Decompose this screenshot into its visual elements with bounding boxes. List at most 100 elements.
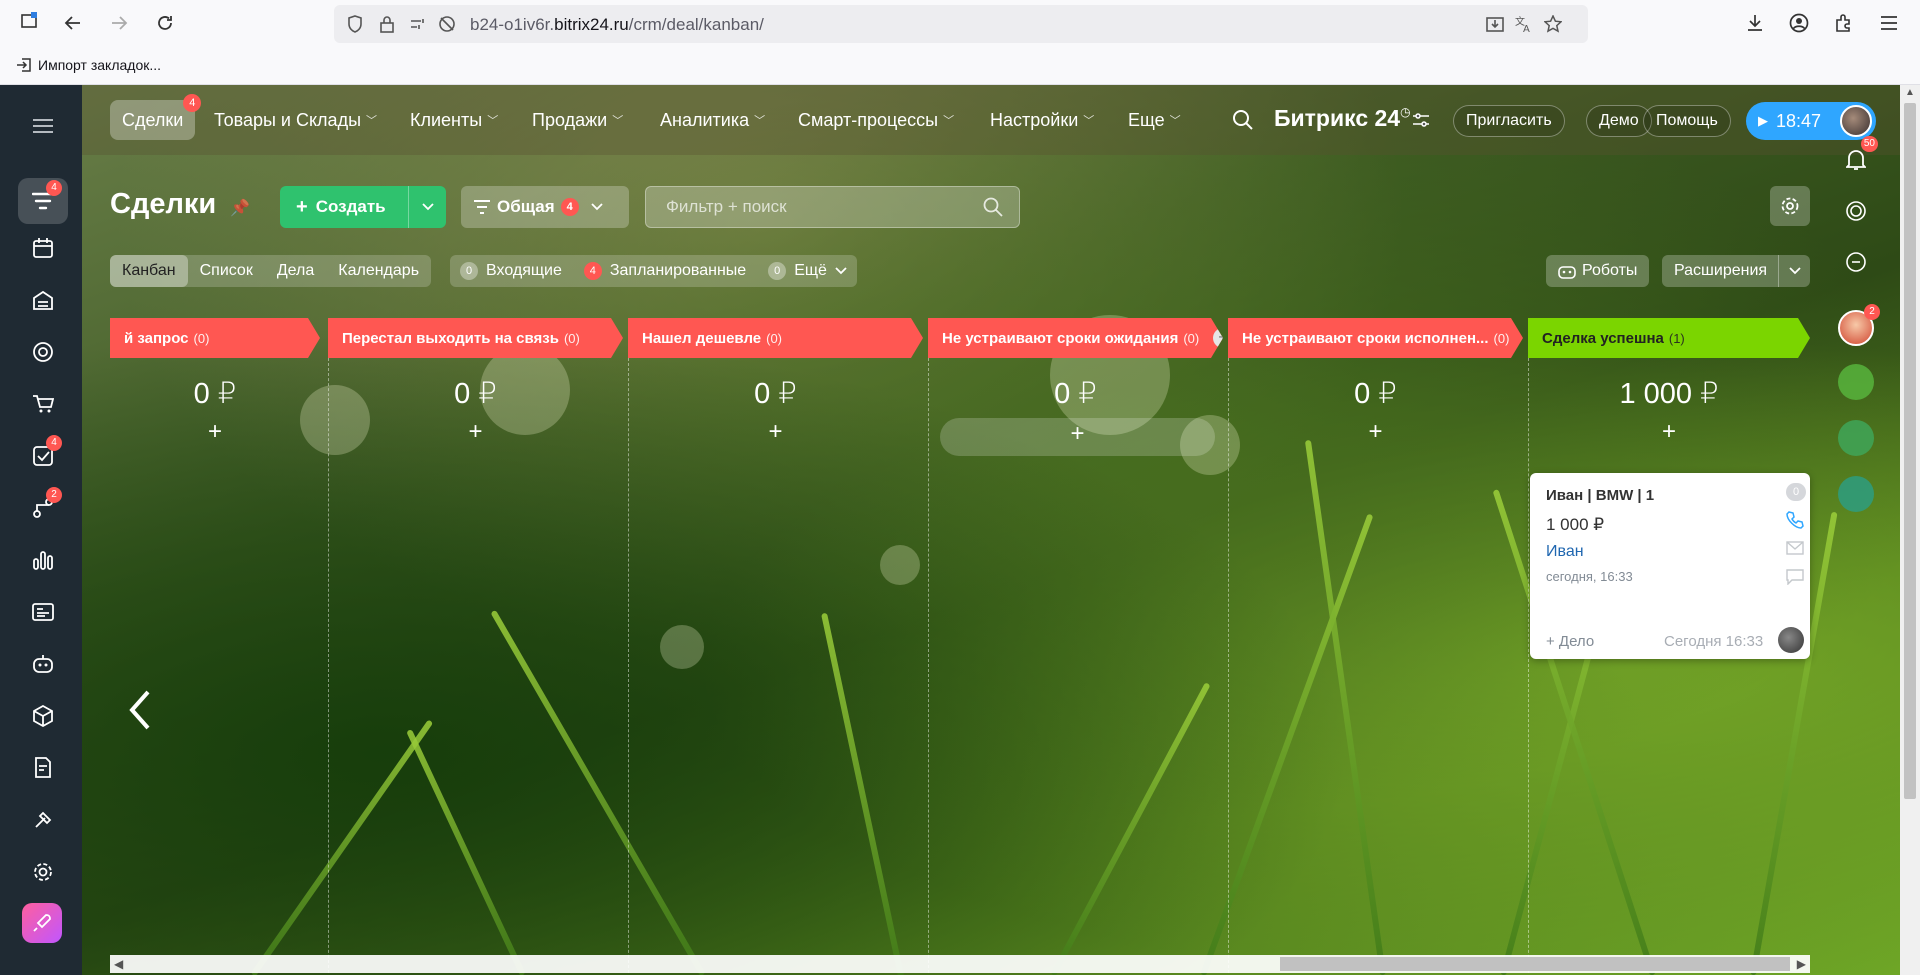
stage-header[interactable]: Не устраивают сроки ожидания (0) + (928, 318, 1223, 358)
rail-tools[interactable] (18, 797, 68, 843)
lock-icon[interactable] (376, 13, 398, 35)
add-deal-button[interactable]: + (1228, 418, 1523, 446)
add-deal-button[interactable]: + (628, 418, 923, 446)
deal-card[interactable]: Иван | BMW | 1 0 1 000 ₽ Иван сегодня, 1… (1530, 473, 1810, 659)
nav-clients[interactable]: Клиенты ﹀ (398, 100, 510, 140)
rail-target[interactable] (18, 329, 68, 375)
phone-icon[interactable] (1786, 511, 1804, 534)
pipeline-selector[interactable]: Общая 4 (461, 186, 629, 228)
address-bar[interactable]: b24-o1iv6r.bitrix24.ru/crm/deal/kanban/ … (334, 5, 1588, 43)
nav-sales[interactable]: Продажи ﹀ (520, 100, 635, 140)
search-icon[interactable] (983, 197, 1003, 217)
counter-planned[interactable]: Запланированные (610, 262, 746, 280)
rail-store[interactable] (18, 277, 68, 323)
extensions-dropdown[interactable] (1778, 255, 1810, 287)
feedback-button[interactable] (1836, 474, 1876, 514)
tab-list[interactable]: Список (188, 255, 265, 287)
rail-copilot[interactable] (18, 641, 68, 687)
demo-button[interactable]: Демо (1586, 105, 1652, 137)
tab-activities[interactable]: Дела (265, 255, 326, 287)
scroll-left-arrow-icon[interactable]: ◀ (114, 957, 123, 971)
deal-client-link[interactable]: Иван (1546, 543, 1584, 561)
account-icon[interactable] (1788, 12, 1810, 34)
stage-header[interactable]: Нашел дешевле (0) (628, 318, 923, 358)
save-page-icon[interactable] (1484, 13, 1506, 35)
counter-incoming[interactable]: Входящие (486, 262, 562, 280)
deal-title[interactable]: Иван | BMW | 1 (1546, 487, 1654, 504)
create-dropdown-button[interactable] (408, 186, 446, 228)
mail-icon[interactable] (1786, 541, 1804, 560)
scroll-up-arrow-icon[interactable]: ▲ (1905, 87, 1915, 98)
scroll-right-arrow-icon[interactable]: ▶ (1797, 957, 1806, 971)
counter-more[interactable]: Ещё (794, 262, 827, 280)
chat-group-button[interactable] (1836, 418, 1876, 458)
kanban-settings-button[interactable] (1770, 186, 1810, 226)
rail-launch[interactable] (22, 903, 62, 943)
rail-analytics[interactable] (18, 537, 68, 583)
rail-calendar[interactable] (18, 225, 68, 271)
filter-search-input[interactable]: Фильтр + поиск (645, 186, 1020, 228)
nav-analytics[interactable]: Аналитика ﹀ (648, 100, 777, 140)
comment-icon[interactable] (1786, 569, 1804, 590)
nav-more[interactable]: Еще ﹀ (1116, 100, 1193, 140)
search-icon[interactable] (1232, 109, 1254, 136)
rail-catalog[interactable] (18, 693, 68, 739)
workday-button[interactable]: ▶ 18:47 (1746, 102, 1876, 140)
stage-header[interactable]: Не устраивают сроки исполнен... (0) (1228, 318, 1523, 358)
rail-flows[interactable]: 2 (18, 485, 68, 531)
invite-button[interactable]: Пригласить (1453, 105, 1565, 137)
rail-settings[interactable] (18, 849, 68, 895)
hamburger-menu-button[interactable] (18, 103, 68, 149)
robots-button[interactable]: Роботы (1546, 255, 1650, 287)
add-deal-button[interactable]: + (1528, 418, 1810, 446)
add-deal-button[interactable]: + (110, 418, 320, 446)
add-deal-button[interactable]: + (328, 418, 623, 446)
horizontal-scroll-thumb[interactable] (1280, 957, 1790, 971)
add-deal-button[interactable]: + (940, 418, 1215, 456)
back-icon[interactable] (62, 12, 84, 34)
bookmark-import[interactable]: Импорт закладок... (16, 57, 161, 73)
open-lines-button[interactable] (1836, 362, 1876, 402)
bookmark-star-icon[interactable] (1542, 13, 1564, 35)
help-button[interactable]: Помощь (1643, 105, 1731, 137)
scroll-left-button[interactable] (108, 655, 172, 765)
chat-avatar[interactable]: 2 (1836, 304, 1880, 348)
menu-icon[interactable] (1878, 12, 1900, 34)
reload-icon[interactable] (154, 12, 176, 34)
nav-deals[interactable]: Сделки 4 (110, 94, 202, 140)
extensions-button[interactable]: Расширения (1662, 255, 1810, 287)
vertical-scroll-thumb[interactable] (1904, 103, 1916, 799)
forward-icon[interactable] (108, 12, 130, 34)
create-button[interactable]: + Создать (280, 186, 446, 228)
extensions-icon[interactable] (1832, 12, 1854, 34)
tracking-off-icon[interactable] (436, 13, 458, 35)
downloads-icon[interactable] (1744, 12, 1766, 34)
horizontal-scrollbar[interactable]: ◀ ▶ (110, 955, 1810, 973)
nav-products[interactable]: Товары и Склады ﹀ (202, 100, 389, 140)
translate-icon[interactable]: 文A (1512, 13, 1534, 35)
add-activity-button[interactable]: + Дело (1546, 633, 1594, 650)
rail-deals[interactable]: 4 (18, 178, 68, 224)
nav-smart-processes[interactable]: Смарт-процессы ﹀ (786, 100, 966, 140)
nav-settings[interactable]: Настройки ﹀ (978, 100, 1106, 140)
shield-icon[interactable] (344, 13, 366, 35)
permissions-icon[interactable] (408, 13, 430, 35)
pin-icon[interactable]: 📌 (230, 200, 250, 217)
rail-contacts[interactable] (18, 589, 68, 635)
tab-overview-icon[interactable] (18, 10, 40, 32)
tab-calendar[interactable]: Календарь (326, 255, 431, 287)
sliders-icon[interactable] (1412, 113, 1430, 132)
notifications-button[interactable]: 50 (1836, 136, 1878, 180)
rail-documents[interactable] (18, 745, 68, 791)
stage-header[interactable]: й запрос (0) (110, 318, 320, 358)
rail-shop[interactable] (18, 381, 68, 427)
stage-header[interactable]: Перестал выходить на связь (0) (328, 318, 623, 358)
stage-header[interactable]: Сделка успешна (1) (1528, 318, 1810, 358)
activity-button[interactable] (1836, 191, 1876, 231)
vertical-scrollbar[interactable]: ▲ (1900, 85, 1920, 975)
bitrix-logo[interactable]: Битрикс 24◷ (1274, 105, 1411, 132)
messages-button[interactable] (1836, 242, 1876, 282)
responsible-avatar[interactable] (1778, 627, 1804, 653)
url-text[interactable]: b24-o1iv6r.bitrix24.ru/crm/deal/kanban/ (470, 15, 764, 35)
tab-kanban[interactable]: Канбан (110, 255, 188, 287)
